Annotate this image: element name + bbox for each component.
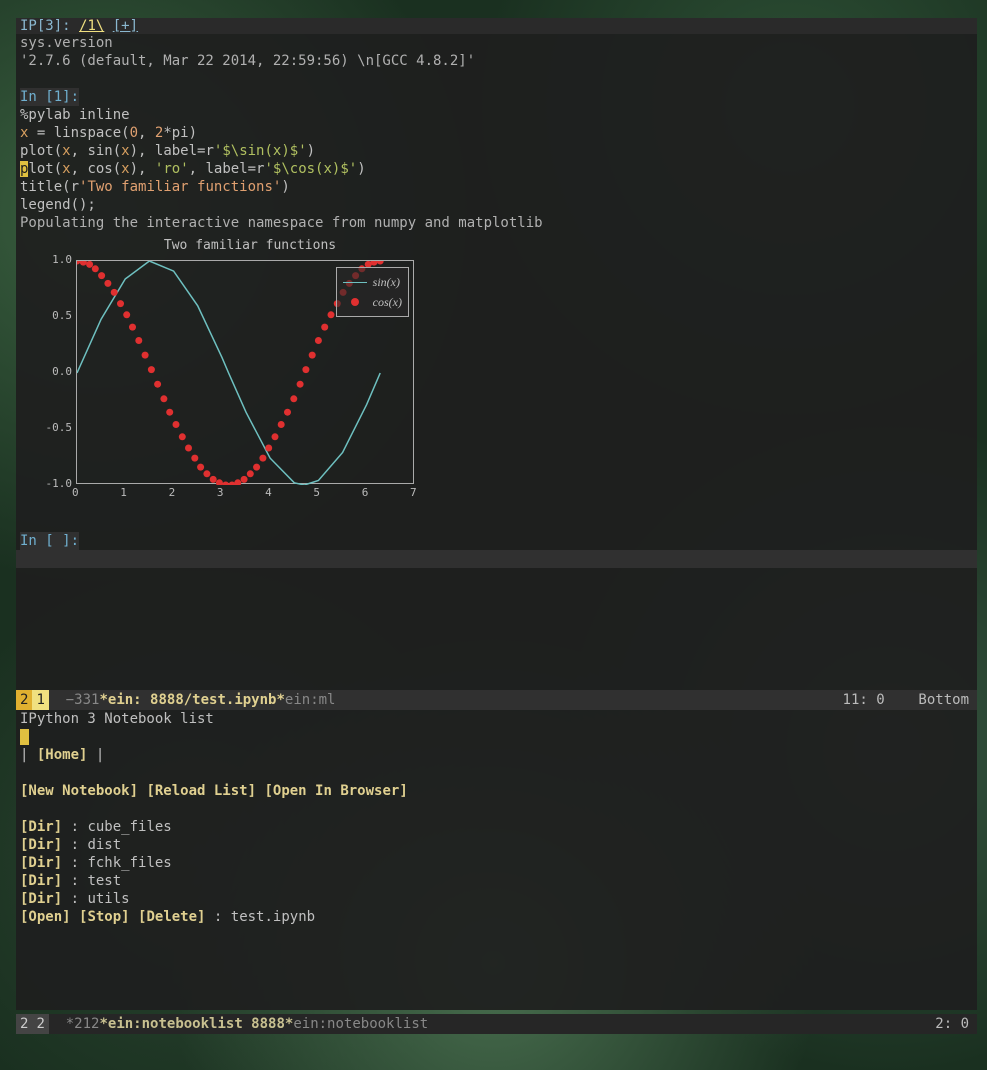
xtick: 2: [169, 486, 176, 499]
in-prompt-1: In [1]:: [16, 88, 977, 106]
delete-file-button[interactable]: [Delete]: [138, 909, 205, 925]
ip-label: IP[3]:: [20, 18, 71, 34]
modeline-notebooklist: 22 * 212 *ein:notebooklist 8888* ein:not…: [16, 1014, 977, 1034]
dir-entry: [Dir] : dist: [20, 836, 973, 854]
new-notebook-button[interactable]: [New Notebook]: [20, 783, 138, 799]
xtick: 7: [410, 486, 417, 499]
legend-label: sin(x): [373, 275, 400, 290]
dir-name[interactable]: utils: [87, 891, 129, 907]
legend-dot-icon: [351, 298, 359, 306]
file-entry: [Open] [Stop] [Delete] : test.ipynb: [20, 908, 973, 926]
code-line[interactable]: %pylab inline: [16, 106, 977, 124]
dir-button[interactable]: [Dir]: [20, 873, 62, 889]
xtick: 5: [313, 486, 320, 499]
add-kernel[interactable]: [+]: [113, 18, 138, 34]
major-mode: ein:notebooklist: [293, 1016, 428, 1032]
dir-button[interactable]: [Dir]: [20, 819, 62, 835]
dir-entry: [Dir] : test: [20, 872, 973, 890]
xtick: 0: [72, 486, 79, 499]
modeline-notebook: 21 − 331 *ein: 8888/test.ipynb* ein:ml 1…: [16, 690, 977, 710]
dir-button[interactable]: [Dir]: [20, 891, 62, 907]
ytick: 1.0: [44, 253, 72, 266]
xtick: 6: [362, 486, 369, 499]
plot-axes: sin(x) cos(x): [76, 260, 414, 484]
output-line: '2.7.6 (default, Mar 22 2014, 22:59:56) …: [16, 52, 977, 70]
major-mode: ein:ml: [285, 692, 336, 708]
nblist-title: IPython 3 Notebook list: [20, 710, 973, 728]
legend-line-icon: [343, 282, 367, 283]
dir-button[interactable]: [Dir]: [20, 837, 62, 853]
ytick: 0.5: [44, 309, 72, 322]
code-line[interactable]: plot(x, cos(x), 'ro', label=r'$\cos(x)$'…: [16, 160, 977, 178]
dir-entry: [Dir] : utils: [20, 890, 973, 908]
dir-button[interactable]: [Dir]: [20, 855, 62, 871]
dir-name[interactable]: fchk_files: [87, 855, 171, 871]
open-file-button[interactable]: [Open]: [20, 909, 71, 925]
breadcrumb: | [Home] |: [20, 746, 973, 764]
plot-output: Two familiar functions sin(x) cos(x) -1.…: [20, 238, 420, 518]
xtick: 3: [217, 486, 224, 499]
legend-label: cos(x): [373, 295, 402, 310]
buffer-name: *ein:notebooklist 8888*: [99, 1016, 293, 1032]
stdout-line: Populating the interactive namespace fro…: [16, 214, 977, 232]
cursor: [20, 729, 29, 745]
dir-entry: [Dir] : cube_files: [20, 818, 973, 836]
file-name[interactable]: test.ipynb: [231, 909, 315, 925]
dir-name[interactable]: cube_files: [87, 819, 171, 835]
code-line[interactable]: x = linspace(0, 2*pi): [16, 124, 977, 142]
chart-title: Two familiar functions: [80, 238, 420, 257]
legend: sin(x) cos(x): [336, 267, 409, 317]
dir-name[interactable]: dist: [87, 837, 121, 853]
reload-list-button[interactable]: [Reload List]: [146, 783, 256, 799]
open-browser-button[interactable]: [Open In Browser]: [264, 783, 407, 799]
empty-cell[interactable]: [16, 550, 977, 568]
notebooklist-buffer[interactable]: IPython 3 Notebook list | [Home] | [New …: [16, 710, 977, 1010]
dir-entry: [Dir] : fchk_files: [20, 854, 973, 872]
kernel-header: IP[3]: /1\ [+]: [16, 18, 977, 34]
kernel-tab[interactable]: /1\: [79, 18, 104, 34]
dir-name[interactable]: test: [87, 873, 121, 889]
notebook-buffer[interactable]: IP[3]: /1\ [+] sys.version '2.7.6 (defau…: [16, 18, 977, 690]
ytick: -1.0: [44, 477, 72, 490]
xtick: 1: [120, 486, 127, 499]
output-line: sys.version: [16, 34, 977, 52]
code-line[interactable]: legend();: [16, 196, 977, 214]
xtick: 4: [265, 486, 272, 499]
home-link[interactable]: [Home]: [37, 747, 88, 763]
code-line[interactable]: title(r'Two familiar functions'): [16, 178, 977, 196]
stop-file-button[interactable]: [Stop]: [79, 909, 130, 925]
code-line[interactable]: plot(x, sin(x), label=r'$\sin(x)$'): [16, 142, 977, 160]
buffer-name: *ein: 8888/test.ipynb*: [99, 692, 284, 708]
ytick: 0.0: [44, 365, 72, 378]
ytick: -0.5: [44, 421, 72, 434]
in-prompt-empty: In [ ]:: [16, 532, 977, 550]
